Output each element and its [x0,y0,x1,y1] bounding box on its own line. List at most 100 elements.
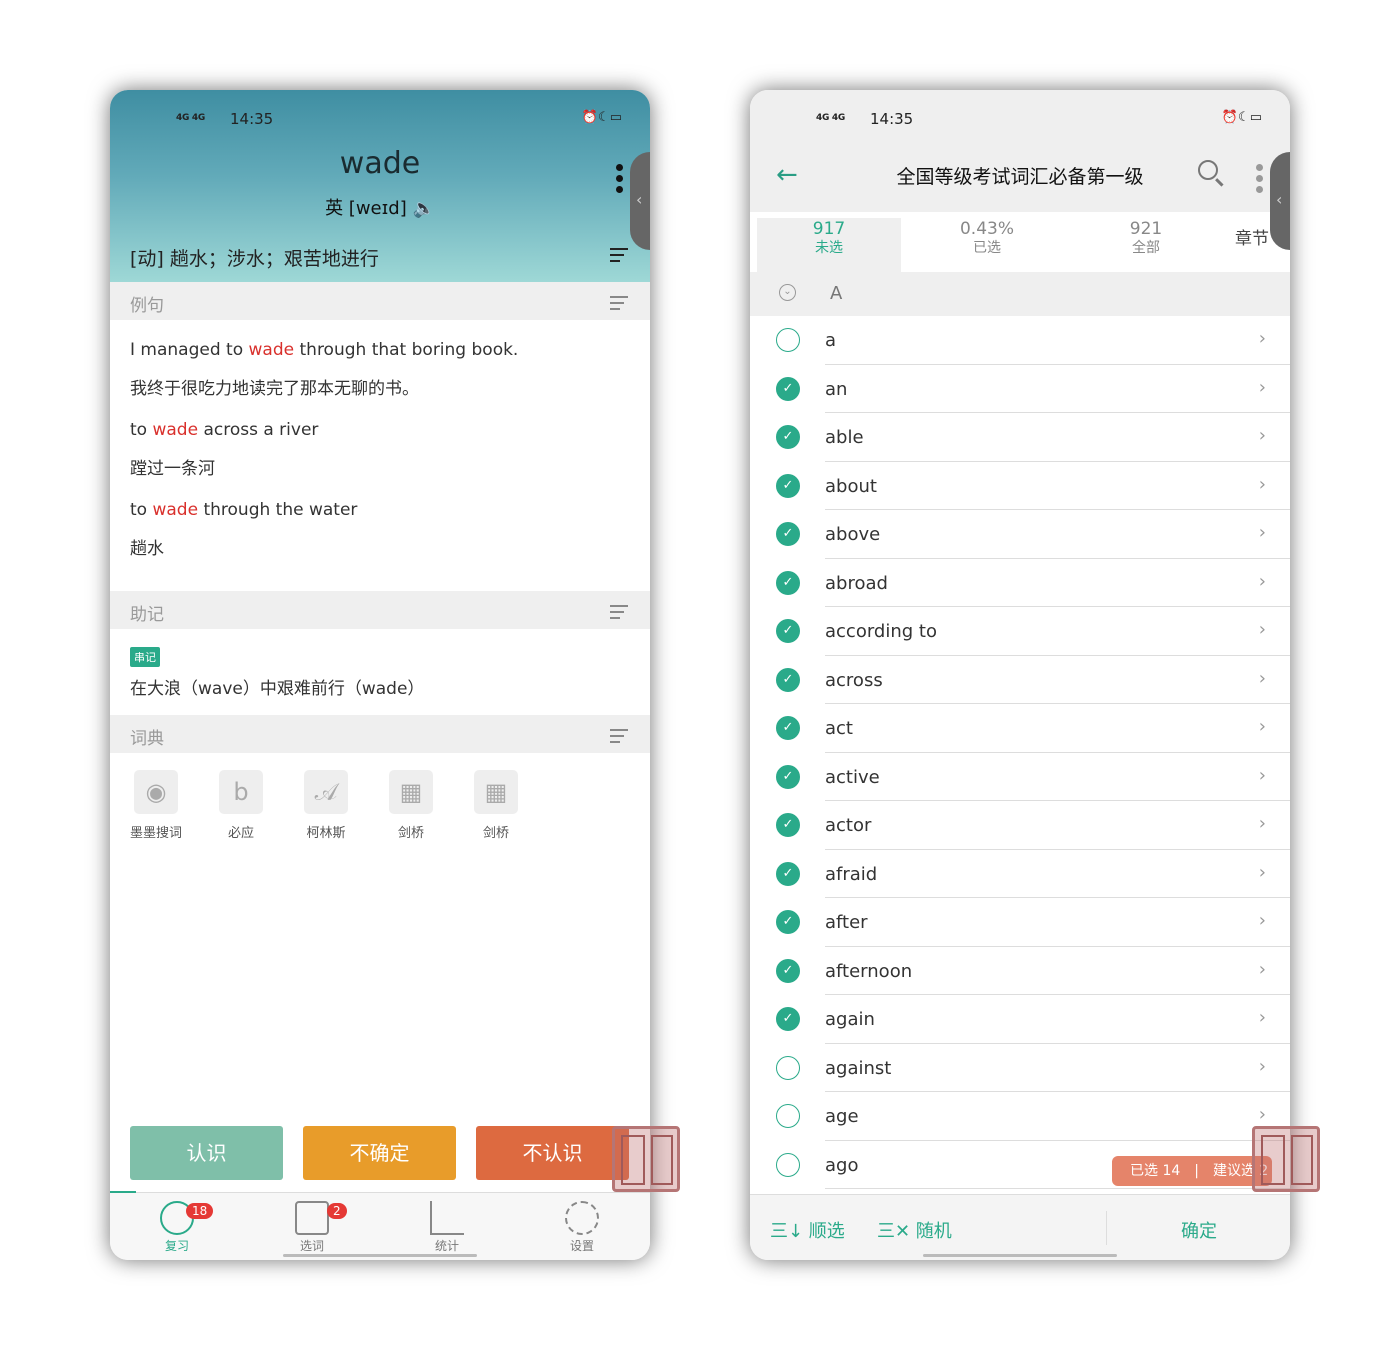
tab-unselected[interactable]: 917 未选 [779,220,879,258]
chevron-right-icon[interactable]: › [1259,377,1266,398]
chevron-right-icon[interactable]: › [1259,1056,1266,1077]
collapse-icon[interactable] [610,296,628,314]
checked-circle-icon[interactable]: ✓ [776,1007,800,1031]
word-row[interactable]: ✓ after › [750,898,1290,947]
checked-circle-icon[interactable]: ✓ [776,667,800,692]
word-row[interactable]: against › [750,1044,1290,1092]
checked-circle-icon[interactable]: ✓ [776,473,800,498]
word-row[interactable]: ✓ again › [750,995,1290,1044]
word-row[interactable]: ✓ according to › [750,607,1290,656]
checked-circle-icon[interactable]: ✓ [776,716,800,740]
home-indicator [283,1254,477,1257]
chevron-right-icon[interactable]: › [1259,668,1266,689]
collapse-icon[interactable] [610,605,628,623]
checked-circle-icon[interactable]: ✓ [776,425,800,449]
word-row[interactable]: ✓ afternoon › [750,947,1290,995]
collapse-icon[interactable] [610,729,628,747]
checked-circle-icon[interactable]: ✓ [776,570,800,595]
word-label: able [825,427,864,448]
checked-circle-icon[interactable]: ✓ [776,522,800,546]
know-button[interactable]: 认识 [130,1126,283,1180]
more-menu-icon[interactable] [616,164,624,197]
definition: [动] 趟水；涉水；艰苦地进行 [130,248,379,270]
random-select-button[interactable]: 三✕ 随机 [877,1217,952,1243]
word-row[interactable]: ✓ able › [750,413,1290,462]
status-time: 14:35 [230,110,274,128]
side-panel-handle[interactable]: ‹ [630,152,650,250]
chevron-right-icon[interactable]: › [1259,716,1266,737]
tab-all[interactable]: 921 全部 [1096,220,1196,258]
more-menu-icon[interactable] [1256,164,1264,197]
dictionary-0[interactable]: ◉ 墨墨搜词 [126,770,186,841]
unchecked-circle-icon[interactable] [776,328,800,352]
word-row[interactable]: ✓ active › [750,753,1290,801]
word-row[interactable]: ✓ across › [750,656,1290,704]
word-row[interactable]: ✓ afraid › [750,850,1290,898]
unchecked-circle-icon[interactable] [776,1152,800,1177]
word-row[interactable]: ✓ abroad › [750,559,1290,607]
dictionary-1[interactable]: b 必应 [211,770,271,841]
checked-circle-icon[interactable]: ✓ [776,619,800,643]
chevron-right-icon[interactable]: › [1259,910,1266,931]
chevron-right-icon[interactable]: › [1259,862,1266,883]
word-row[interactable]: ✓ about › [750,462,1290,510]
network-indicator: 4G 4G [176,113,205,123]
checked-circle-icon[interactable]: ✓ [776,910,800,934]
word-row[interactable]: age › [750,1092,1290,1141]
word-row[interactable]: ✓ above › [750,510,1290,559]
speaker-icon[interactable]: 🔈 [413,198,435,219]
nav-settings[interactable]: 设置 [547,1201,617,1254]
collapse-icon[interactable] [610,248,628,266]
unchecked-circle-icon[interactable] [776,1104,800,1128]
review-badge: 18 [186,1203,214,1219]
dictionary-3[interactable]: ▦ 剑桥 [381,770,441,841]
chevron-right-icon[interactable]: › [1259,571,1266,592]
sequential-select-button[interactable]: 三↓ 顺选 [770,1217,845,1243]
group-header[interactable]: ⌄ A [750,272,1290,316]
status-icons: ⏰☾▭ [1221,110,1262,125]
dictionary-4[interactable]: ▦ 剑桥 [466,770,526,841]
section-mnemonic: 助记 [110,591,650,629]
nav-stats[interactable]: 统计 [412,1201,482,1254]
checked-circle-icon[interactable]: ✓ [776,376,800,401]
chevron-right-icon[interactable]: › [1259,619,1266,640]
chevron-right-icon[interactable]: › [1259,1104,1266,1125]
example-translation: 我终于很吃力地读完了那本无聊的书。 [130,379,419,399]
chevron-right-icon[interactable]: › [1259,474,1266,495]
checked-circle-icon[interactable]: ✓ [776,764,800,789]
expand-icon[interactable]: ⌄ [779,284,796,301]
chevron-right-icon[interactable]: › [1259,328,1266,349]
checked-circle-icon[interactable]: ✓ [776,861,800,886]
unknown-button[interactable]: 不认识 [476,1126,629,1180]
chevron-right-icon[interactable]: › [1259,813,1266,834]
dictionary-label: 柯林斯 [306,826,346,841]
chevron-right-icon[interactable]: › [1259,522,1266,543]
word-row[interactable]: a › [750,316,1290,365]
seal-stamp [1252,1126,1320,1192]
checked-circle-icon[interactable]: ✓ [776,958,800,983]
highlighted-word: wade [152,500,199,520]
search-icon[interactable] [1198,160,1218,180]
example-sentence: to wade through the water [130,500,357,520]
chevron-right-icon[interactable]: › [1259,959,1266,980]
dictionary-2[interactable]: 𝒜 柯林斯 [296,770,356,841]
word-row[interactable]: ✓ act › [750,704,1290,753]
chevron-right-icon[interactable]: › [1259,1007,1266,1028]
word-label: active [825,766,880,788]
word-row[interactable]: ✓ actor › [750,801,1290,850]
chevron-right-icon[interactable]: › [1259,425,1266,446]
unchecked-circle-icon[interactable] [776,1055,800,1080]
chevron-right-icon[interactable]: › [1259,765,1266,786]
word-row[interactable]: ✓ an › [750,365,1290,413]
unsure-button[interactable]: 不确定 [303,1126,456,1180]
nav-label: 选词 [299,1239,324,1253]
confirm-button[interactable]: 确定 [1181,1217,1217,1243]
checked-circle-icon[interactable]: ✓ [776,813,800,837]
nav-review[interactable]: 复习 18 [142,1201,214,1254]
tab-selected[interactable]: 0.43% 已选 [937,220,1037,258]
side-panel-handle[interactable]: ‹ [1270,152,1290,250]
dictionary-label: 墨墨搜词 [129,826,182,841]
nav-select-words[interactable]: 选词 2 [277,1201,347,1254]
word-label: across [825,669,883,691]
phonetic[interactable]: 英 [weɪd] 🔈 [110,194,650,220]
